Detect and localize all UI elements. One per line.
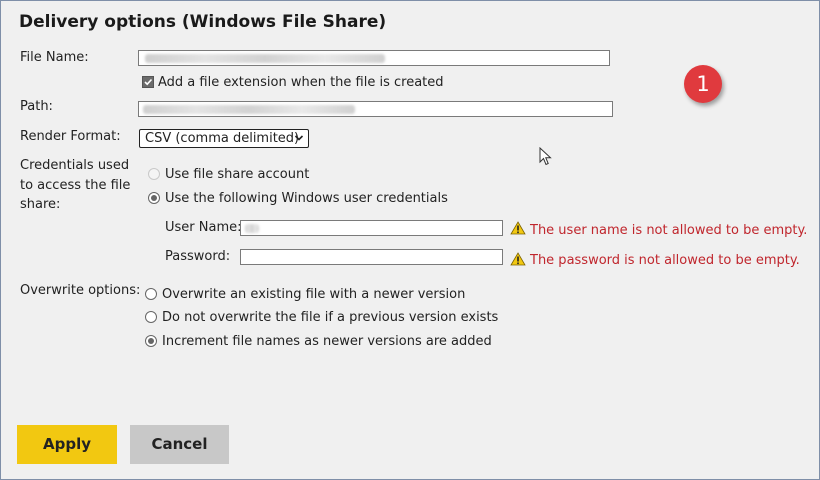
mouse-cursor-icon	[539, 147, 552, 166]
path-label: Path:	[20, 99, 53, 114]
dialog-title: Delivery options (Windows File Share)	[19, 12, 387, 32]
windows-credentials-label: Use the following Windows user credentia…	[165, 191, 448, 206]
user-name-input[interactable]	[240, 220, 503, 236]
overwrite-options-label: Overwrite options:	[20, 283, 141, 298]
dialog-window: Delivery options (Windows File Share) Fi…	[0, 0, 820, 480]
user-name-label: User Name:	[165, 220, 242, 235]
chevron-down-icon	[294, 135, 304, 141]
add-extension-checkbox[interactable]	[142, 76, 154, 88]
apply-button[interactable]: Apply	[17, 425, 117, 464]
path-input[interactable]	[138, 101, 613, 117]
credentials-label-line1: Credentials used	[20, 158, 130, 173]
do-not-overwrite-label: Do not overwrite the file if a previous …	[162, 310, 499, 325]
password-label: Password:	[165, 249, 231, 264]
warning-icon	[510, 252, 526, 266]
file-share-account-radio[interactable]	[148, 168, 160, 180]
increment-names-radio[interactable]	[145, 335, 157, 347]
add-extension-label: Add a file extension when the file is cr…	[158, 75, 444, 90]
checkmark-icon	[144, 78, 153, 86]
warning-icon	[510, 221, 526, 235]
do-not-overwrite-radio[interactable]	[145, 311, 157, 323]
file-share-account-label: Use file share account	[165, 167, 310, 182]
redacted-value	[245, 224, 259, 233]
password-error: The password is not allowed to be empty.	[530, 253, 800, 268]
render-format-value: CSV (comma delimited)	[145, 131, 300, 146]
redacted-value	[143, 105, 355, 114]
render-format-label: Render Format:	[20, 129, 121, 144]
step-number-badge: 1	[684, 65, 722, 103]
credentials-label-line3: share:	[20, 197, 61, 212]
overwrite-newer-label: Overwrite an existing file with a newer …	[162, 287, 466, 302]
windows-credentials-radio[interactable]	[148, 192, 160, 204]
password-input[interactable]	[240, 249, 503, 265]
overwrite-newer-radio[interactable]	[145, 288, 157, 300]
user-name-error: The user name is not allowed to be empty…	[530, 223, 808, 238]
file-name-label: File Name:	[20, 50, 89, 65]
increment-names-label: Increment file names as newer versions a…	[162, 334, 492, 349]
cancel-button[interactable]: Cancel	[130, 425, 229, 464]
redacted-value	[145, 54, 385, 63]
file-name-input[interactable]	[138, 50, 610, 66]
render-format-select[interactable]: CSV (comma delimited)	[139, 129, 309, 148]
credentials-label-line2: to access the file	[20, 178, 131, 193]
